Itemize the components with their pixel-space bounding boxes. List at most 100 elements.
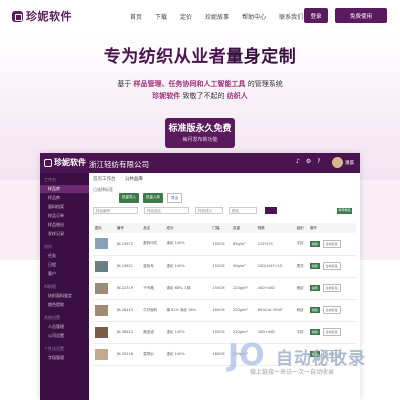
export-button[interactable]: 导出 [167, 193, 182, 203]
sidebar-item-staff[interactable]: 人员管理 [40, 323, 89, 331]
cell-width: 152CM [210, 255, 231, 278]
filter-label: 已选择标签 [93, 187, 113, 192]
table-row[interactable]: JN-15672 数码印花 涤纶 100% 150CM 85g/m² 21S*21S 平纹编… [93, 233, 356, 256]
sidebar-group-workbench[interactable]: 工作台 [40, 176, 89, 184]
table-row[interactable]: JN-22319 千鸟格 涤纶 68% 人棉 150CM 220g/m² 40D+40D 缎… [93, 277, 356, 300]
gear-icon[interactable]: ⚙ [306, 158, 311, 165]
edit-button[interactable]: 编辑 [309, 263, 320, 269]
sample-name-select[interactable]: 样品品名 [144, 207, 189, 214]
col-weight: 克重 [230, 223, 256, 233]
cell-name: 莫黛纱 [141, 343, 165, 366]
sidebar-item-shipping-log[interactable]: 发样记录 [40, 230, 89, 238]
cell-thumb [93, 255, 115, 278]
brand-logo[interactable]: 珍妮软件 [12, 8, 72, 24]
table-row[interactable]: JN-36612 麂皮绒 涤纶 100% 150CM 220g/m² 40D+40D 平纹编… [93, 321, 356, 344]
sidebar-item-color-extract[interactable]: 颜色提取 [40, 301, 89, 309]
nav-help[interactable]: 帮助中心 [242, 12, 266, 21]
col-actions: 操作 [307, 223, 356, 233]
label-button[interactable]: 生成标签 [322, 328, 341, 336]
batch-import-button[interactable]: 批量导入 [119, 193, 139, 203]
fabric-thumbnail[interactable] [95, 238, 108, 250]
login-button[interactable]: 登录 [304, 8, 328, 23]
nav-pricing[interactable]: 定价 [180, 12, 192, 21]
sidebar-item-fabric-identify[interactable]: 纺织面料鉴定 [40, 292, 89, 300]
edit-button[interactable]: 编辑 [309, 240, 320, 247]
sample-code-select[interactable]: 样品编号 [93, 207, 138, 214]
bell-icon[interactable]: ♪ [296, 158, 300, 165]
cell-weight: 85g/m² [230, 233, 256, 256]
top-nav: 珍妮软件 首页 下载 定价 珍妮故事 帮助中心 联系我们 登录 免费使用 [0, 0, 400, 32]
nav-download[interactable]: 下载 [155, 12, 167, 21]
cell-ops: 编辑 生成标签 [307, 255, 356, 278]
cell-comp: 涤纶 100% [164, 233, 211, 256]
sidebar-group-settings[interactable]: 系统设置 [40, 314, 89, 322]
fabric-thumbnail[interactable] [95, 260, 108, 272]
sidebar: 工作台 样品库 样品库 面料档案 样品订单 样品借出 发样记录 协作 任务 日程… [40, 173, 89, 400]
table-row[interactable]: JN-26415 牛仔面料棉 82% 涤纶 18% 160CM 220g/m² 60%C… [93, 299, 356, 322]
tab-public-library[interactable]: 公共品库 [125, 177, 143, 182]
add-sample-button[interactable]: 新增样品 [337, 208, 352, 214]
cell-weave: 缎纹 [294, 277, 308, 300]
cell-weight: 220g/m² [230, 299, 256, 322]
cell-width: 150CM [210, 277, 231, 300]
cell-ops: 编辑 生成标签 [307, 299, 356, 322]
color-select[interactable]: 颜色 [229, 207, 257, 214]
filter-row: 样品编号 样品品名 样品成分 颜色 [93, 207, 277, 214]
avatar[interactable] [332, 157, 343, 168]
logo-icon [12, 10, 23, 22]
search-button[interactable] [265, 207, 277, 214]
fabric-thumbnail[interactable] [95, 304, 108, 316]
label-button[interactable]: 生成标签 [322, 239, 341, 248]
label-button[interactable]: 生成标签 [322, 284, 341, 292]
sidebar-group-personal[interactable]: 个性化设置 [40, 345, 89, 353]
fabric-thumbnail[interactable] [95, 348, 108, 360]
cta-main-label: 标准版永久免费 [168, 124, 232, 134]
cell-spec: 21S*21S [255, 233, 295, 256]
sidebar-item-sample-orders[interactable]: 样品订单 [40, 212, 89, 220]
cell-comp: 涤纶 100% [164, 343, 211, 366]
cell-name: 千鸟格 [141, 277, 165, 300]
sidebar-item-sample-loans[interactable]: 样品借出 [40, 221, 89, 229]
hero-subtitle-2: 珍妮软件 致敬了不起的 纺织人 [152, 92, 248, 100]
cell-thumb [93, 343, 115, 366]
sidebar-item-fields[interactable]: 字段管理 [40, 354, 89, 362]
label-button[interactable]: 生成标签 [322, 306, 341, 314]
table-row[interactable]: JN-19821 蓝色布 涤纶 100% 152CM 90g/m² 20D/144F+15… [93, 255, 356, 278]
sidebar-group-collab[interactable]: 协作 [40, 243, 89, 251]
cell-code: JN-36612 [114, 321, 142, 344]
sidebar-item-clients[interactable]: 客户 [40, 270, 89, 278]
sidebar-item-samples[interactable]: 样品库 [40, 185, 89, 193]
cell-weave: 平纹 [294, 321, 308, 344]
sidebar-item-calendar[interactable]: 日程 [40, 261, 89, 269]
signup-button[interactable]: 免费使用 [335, 8, 387, 23]
nav-home[interactable]: 首页 [130, 12, 142, 21]
nav-story[interactable]: 珍妮故事 [205, 12, 229, 21]
composition-select[interactable]: 样品成分 [195, 207, 223, 214]
sidebar-item-tasks[interactable]: 任务 [40, 252, 89, 260]
fabric-thumbnail[interactable] [95, 326, 108, 338]
cell-comp: 涤纶 68% 人棉 [164, 277, 211, 300]
cell-spec: 40D+40D [255, 277, 295, 300]
cell-weave: 平纹 [294, 233, 308, 256]
col-weave: 组织 [294, 223, 308, 233]
free-cta-button[interactable]: 标准版永久免费 每月发布新功能 [165, 118, 235, 148]
breadcrumb: 首页工作台 公共品库 [93, 176, 143, 182]
edit-button[interactable]: 编辑 [309, 285, 320, 291]
edit-button[interactable]: 编辑 [309, 329, 320, 335]
batch-stock-button[interactable]: 批量入库 [143, 193, 163, 203]
cell-code: JN-35518 [114, 343, 142, 366]
watermark-subtext: 做上链接一来访一次一自动收录 [250, 369, 335, 376]
nav-contact[interactable]: 联系我们 [279, 12, 303, 21]
sidebar-item-sample-library[interactable]: 样品库 [40, 194, 89, 202]
sidebar-item-company[interactable]: 公司设置 [40, 332, 89, 340]
edit-button[interactable]: 编辑 [309, 307, 320, 313]
sidebar-group-ai[interactable]: AI助理 [40, 283, 89, 291]
tab-workbench[interactable]: 首页工作台 [93, 177, 116, 182]
sidebar-item-fabric-files[interactable]: 面料档案 [40, 203, 89, 211]
cell-ops: 编辑 生成标签 [307, 233, 356, 256]
help-icon[interactable]: ? [317, 158, 320, 165]
label-button[interactable]: 生成标签 [322, 262, 341, 270]
cell-name: 牛仔面料 [141, 299, 165, 322]
fabric-thumbnail[interactable] [95, 282, 108, 294]
user-name: 潘晨 [345, 161, 354, 166]
